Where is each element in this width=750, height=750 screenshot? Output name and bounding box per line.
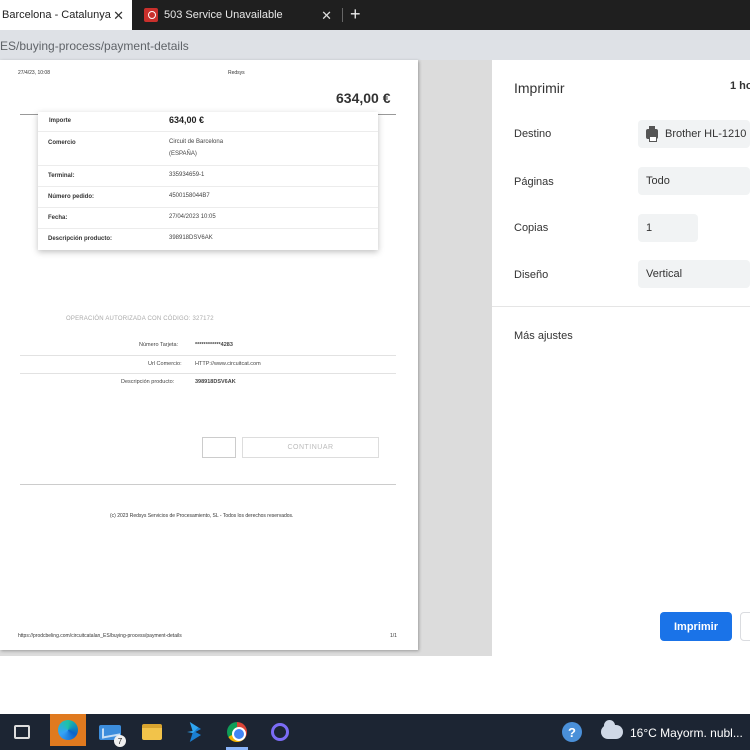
taskbar-edge[interactable] [50, 714, 86, 746]
more-settings-toggle[interactable]: Más ajustes [514, 330, 573, 342]
product-desc-value: 398918DSV6AK [195, 379, 236, 385]
card-number-label: Número Tarjeta: [139, 342, 179, 348]
row-importe: Importe 634,00 € [38, 112, 378, 132]
edge-icon [58, 720, 78, 740]
taskbar-weather[interactable] [598, 718, 626, 746]
print-settings-panel: Imprimir 1 ho Destino Brother HL-1210 Pá… [492, 60, 750, 656]
page-footer-number: 1/1 [390, 633, 397, 639]
taskbar-copilot[interactable] [266, 718, 294, 746]
layout-label: Diseño [514, 269, 549, 281]
copies-value: 1 [646, 222, 653, 234]
chrome-icon [227, 722, 247, 742]
tab-503-service-unavailable[interactable]: 503 Service Unavailable ✕ [134, 0, 340, 30]
merchant-url-label: Url Comercio: [148, 361, 182, 367]
row-comercio: Comercio Circuit de Barcelona (ESPAÑA) [38, 132, 378, 166]
address-bar[interactable]: ES/buying-process/payment-details [0, 30, 750, 60]
row-label: Descripción producto: [48, 236, 113, 242]
destination-value: Brother HL-1210 [665, 128, 747, 140]
tab-barcelona-catalunya[interactable]: Barcelona - Catalunya ✕ [0, 0, 132, 30]
new-tab-plus-icon[interactable]: + [350, 4, 361, 24]
transaction-summary-card: Importe 634,00 € Comercio Circuit de Bar… [38, 112, 378, 250]
row-value: 4500158044B7 [169, 193, 210, 199]
copyright-text: (c) 2023 Redsys Servicios de Procesamien… [110, 513, 294, 519]
taskbar-help[interactable]: ? [558, 718, 586, 746]
divider [20, 373, 396, 374]
row-terminal: Terminal: 335934659-1 [38, 166, 378, 187]
card-number-value: ************4283 [195, 342, 233, 348]
weather-text[interactable]: 16°C Mayorm. nubl... [630, 726, 743, 740]
tab-title: 503 Service Unavailable [164, 9, 283, 21]
page-header-date: 27/4/23, 10:08 [18, 70, 50, 76]
url-text: ES/buying-process/payment-details [0, 39, 189, 53]
code-editor-icon [187, 722, 201, 742]
divider [20, 355, 396, 356]
amount-header: 634,00 € [336, 90, 391, 106]
layout-value: Vertical [646, 268, 683, 280]
destination-label: Destino [514, 128, 552, 140]
row-value: 335934659-1 [169, 172, 205, 178]
copilot-icon [271, 723, 289, 741]
print-title: Imprimir [514, 80, 565, 96]
print-button[interactable]: Imprimir [660, 612, 732, 641]
copies-label: Copias [514, 222, 549, 234]
pages-select[interactable]: Todo [638, 167, 750, 195]
tab-separator [342, 8, 343, 22]
pages-value: Todo [646, 175, 670, 187]
taskbar-vscode[interactable] [180, 718, 208, 746]
row-value-2: (ESPAÑA) [169, 151, 197, 157]
cancel-button[interactable] [740, 612, 750, 641]
task-view-button[interactable] [8, 718, 36, 746]
help-icon: ? [562, 722, 582, 742]
destination-select[interactable]: Brother HL-1210 [638, 120, 750, 148]
row-label: Terminal: [48, 173, 75, 179]
continue-button: CONTINUAR [242, 437, 379, 458]
row-numero-pedido: Número pedido: 4500158044B7 [38, 187, 378, 208]
cloud-weather-icon [601, 720, 623, 739]
row-fecha: Fecha: 27/04/2023 10:05 [38, 208, 378, 229]
printer-icon [646, 126, 658, 142]
browser-tab-strip: Barcelona - Catalunya ✕ 503 Service Unav… [0, 0, 750, 30]
close-icon[interactable]: ✕ [113, 9, 124, 22]
close-icon[interactable]: ✕ [321, 9, 332, 22]
authorization-text: OPERACIÓN AUTORIZADA CON CÓDIGO: 327172 [66, 316, 214, 322]
row-descripcion: Descripción producto: 398918DSV6AK [38, 229, 378, 250]
product-desc-label: Descripción producto: [121, 379, 175, 385]
divider [20, 484, 396, 485]
divider [492, 306, 750, 307]
row-value: 27/04/2023 10:05 [169, 214, 216, 220]
row-value: 634,00 € [169, 115, 205, 125]
row-label: Importe [49, 118, 72, 124]
task-view-icon [14, 725, 30, 739]
page-header-site: Redsys [228, 70, 245, 76]
taskbar-chrome[interactable] [223, 718, 251, 746]
row-label: Número pedido: [48, 194, 94, 200]
page-footer-url: https://prodcbeling.com/circuitcatalan_E… [18, 633, 182, 639]
row-label: Fecha: [48, 215, 68, 221]
sheet-count: 1 ho [730, 80, 750, 92]
row-label: Comercio [48, 140, 76, 146]
taskbar-file-explorer[interactable] [138, 718, 166, 746]
folder-icon [142, 724, 162, 740]
back-button [202, 437, 236, 458]
tab-title: Barcelona - Catalunya [2, 9, 111, 21]
mail-badge: 7 [114, 735, 126, 747]
copies-input[interactable]: 1 [638, 214, 698, 242]
merchant-url-value: HTTP://www.circuitcat.com [195, 361, 261, 367]
preview-page: 27/4/23, 10:08 Redsys 634,00 € Importe 6… [0, 60, 418, 650]
layout-select[interactable]: Vertical [638, 260, 750, 288]
error-favicon-icon [144, 8, 158, 22]
row-value: 398918DSV6AK [169, 235, 213, 241]
pages-label: Páginas [514, 176, 554, 188]
